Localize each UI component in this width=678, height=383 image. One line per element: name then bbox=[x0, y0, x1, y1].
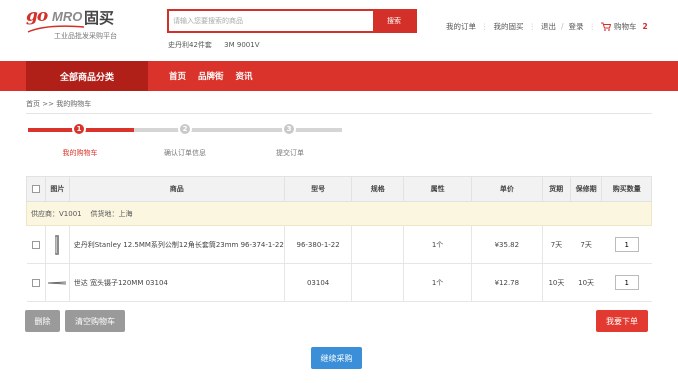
breadcrumb-separator: >> bbox=[42, 100, 54, 108]
divider bbox=[26, 113, 652, 114]
step-progress-rest bbox=[134, 128, 342, 132]
nav-item-brands[interactable]: 品牌街 bbox=[198, 70, 224, 82]
logo-slogan: 工业品批发采购平台 bbox=[54, 32, 117, 40]
cart-label: 购物车 bbox=[614, 22, 637, 31]
select-all-cell bbox=[26, 176, 46, 202]
quantity-cell bbox=[601, 225, 652, 264]
product-spec bbox=[351, 225, 405, 264]
row-select-cell bbox=[26, 263, 46, 302]
step-3-circle: 3 bbox=[282, 122, 296, 136]
step-1-label: 我的购物车 bbox=[62, 149, 98, 157]
column-header: 规格 bbox=[351, 176, 405, 202]
product-model: 96-380-1-22 bbox=[284, 225, 353, 264]
nav-item-home[interactable]: 首页 bbox=[169, 70, 186, 82]
product-model: 03104 bbox=[284, 263, 353, 302]
search-input[interactable] bbox=[169, 11, 375, 31]
logout-link[interactable]: 退出 bbox=[541, 21, 556, 32]
product-warranty: 10天 bbox=[570, 263, 602, 302]
logo-brand-name: 固买 bbox=[84, 9, 115, 27]
breadcrumb-current: 我的购物车 bbox=[56, 100, 92, 108]
top-links: 我的订单 ⋮ 我的固买 ⋮ 退出 / 登录 ⋮ 购物车 2 bbox=[446, 21, 648, 32]
step-2-circle: 2 bbox=[178, 122, 192, 136]
my-orders-link[interactable]: 我的订单 bbox=[446, 21, 476, 32]
supplier-row: 供应商：V1001 供货地：上海 bbox=[26, 201, 652, 226]
login-link[interactable]: 登录 bbox=[569, 21, 584, 32]
column-header: 型号 bbox=[283, 176, 353, 202]
table-row: 史丹利Stanley 12.5MM系列公制12角长套筒23mm 96-374-1… bbox=[26, 225, 652, 264]
my-gumai-link[interactable]: 我的固买 bbox=[494, 21, 524, 32]
cart-table: 图片 商品 型号 规格 属性 单价 货期 保修期 购买数量 供应商：V1001 … bbox=[26, 176, 652, 302]
column-header: 属性 bbox=[403, 176, 473, 202]
table-header-row: 图片 商品 型号 规格 属性 单价 货期 保修期 购买数量 bbox=[26, 176, 652, 202]
product-image-cell bbox=[45, 225, 70, 264]
step-1-circle: 1 bbox=[72, 122, 86, 136]
breadcrumb: 首页 >> 我的购物车 bbox=[26, 99, 91, 109]
product-price: ¥12.78 bbox=[471, 263, 543, 302]
product-spec bbox=[351, 263, 405, 302]
column-header: 保修期 bbox=[569, 176, 603, 202]
divider: ⋮ bbox=[528, 22, 537, 31]
column-header: 货期 bbox=[541, 176, 571, 202]
search-bar: 搜索 bbox=[167, 9, 417, 33]
table-row: 世达 宽头镊子120MM 03104 03104 1个 ¥12.78 10天 1… bbox=[26, 263, 652, 302]
row-select-cell bbox=[26, 225, 46, 264]
product-name-link[interactable]: 史丹利Stanley 12.5MM系列公制12角长套筒23mm 96-374-1… bbox=[69, 225, 285, 264]
step-2-label: 确认订单信息 bbox=[164, 149, 206, 157]
cart-icon bbox=[601, 22, 612, 31]
place-order-button[interactable]: 我要下单 bbox=[596, 310, 648, 332]
column-header: 图片 bbox=[45, 176, 70, 202]
product-name-link[interactable]: 世达 宽头镊子120MM 03104 bbox=[69, 263, 285, 302]
socket-product-image[interactable] bbox=[53, 234, 61, 256]
main-nav: 全部商品分类 首页 品牌街 资讯 bbox=[0, 61, 678, 91]
tweezers-product-image[interactable] bbox=[47, 280, 67, 286]
supplier-info: 供应商：V1001 供货地：上海 bbox=[26, 201, 652, 226]
divider: ⋮ bbox=[588, 22, 597, 31]
select-all-checkbox[interactable] bbox=[32, 185, 40, 193]
hot-word-link[interactable]: 史丹利42件套 bbox=[168, 41, 212, 49]
supplier-origin: 供货地：上海 bbox=[90, 209, 133, 218]
continue-shopping-button[interactable]: 继续采购 bbox=[311, 347, 362, 369]
supplier-label: 供应商：V1001 bbox=[31, 209, 82, 218]
hot-word-link[interactable]: 3M 9001V bbox=[224, 41, 259, 49]
divider: / bbox=[561, 22, 564, 31]
quantity-input[interactable] bbox=[614, 275, 639, 290]
product-price: ¥35.82 bbox=[471, 225, 543, 264]
cart-link[interactable]: 购物车 2 bbox=[601, 21, 648, 32]
search-button[interactable]: 搜索 bbox=[373, 11, 415, 31]
column-header: 商品 bbox=[68, 176, 285, 202]
delete-button[interactable]: 删除 bbox=[25, 310, 60, 332]
nav-item-news[interactable]: 资讯 bbox=[236, 70, 253, 82]
row-checkbox[interactable] bbox=[31, 240, 40, 249]
all-categories-button[interactable]: 全部商品分类 bbox=[26, 61, 148, 91]
product-delivery: 7天 bbox=[542, 225, 571, 264]
quantity-input[interactable] bbox=[614, 237, 639, 252]
product-delivery: 10天 bbox=[542, 263, 571, 302]
product-attr: 1个 bbox=[403, 225, 473, 264]
row-checkbox[interactable] bbox=[31, 278, 40, 287]
quantity-cell bbox=[601, 263, 652, 302]
logo-mro-text: MRO bbox=[52, 9, 83, 24]
site-logo[interactable]: go MRO 固买 工业品批发采购平台 bbox=[26, 6, 146, 42]
breadcrumb-home[interactable]: 首页 bbox=[26, 100, 40, 108]
cart-count-badge: 2 bbox=[642, 22, 648, 31]
product-attr: 1个 bbox=[403, 263, 473, 302]
product-warranty: 7天 bbox=[570, 225, 602, 264]
hot-search-words: 史丹利42件套 3M 9001V bbox=[168, 40, 269, 50]
clear-cart-button[interactable]: 清空购物车 bbox=[65, 310, 125, 332]
step-3-label: 提交订单 bbox=[276, 149, 304, 157]
logo-go-text: go bbox=[26, 6, 48, 26]
column-header: 单价 bbox=[471, 176, 543, 202]
column-header: 购买数量 bbox=[601, 176, 652, 202]
divider: ⋮ bbox=[481, 22, 489, 31]
product-image-cell bbox=[45, 263, 70, 302]
